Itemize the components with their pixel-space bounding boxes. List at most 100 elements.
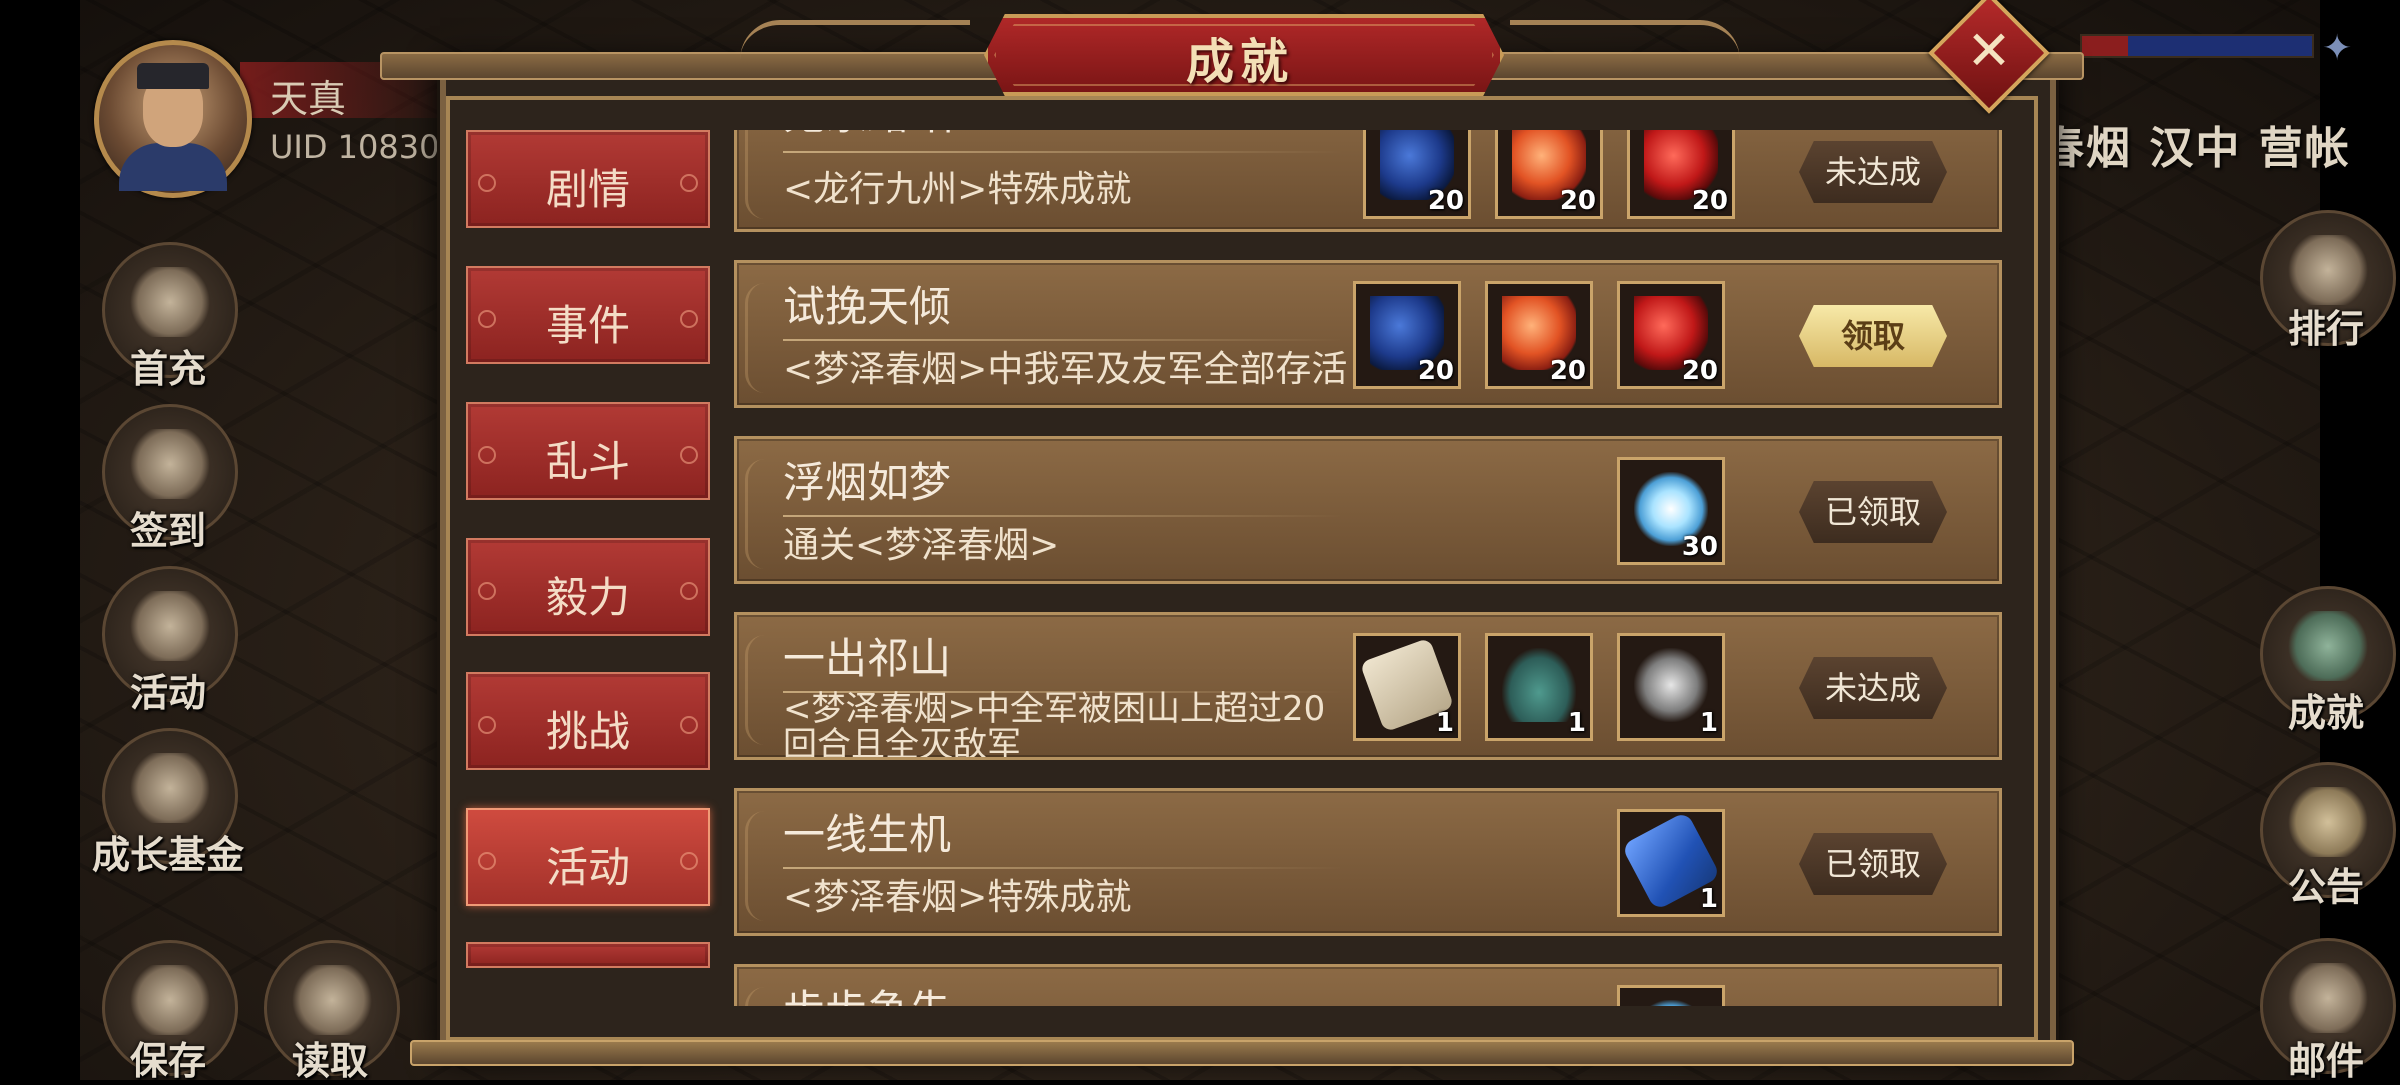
achievement-title: 一出祁山 — [783, 634, 952, 683]
tab-label: 剧情 — [545, 165, 630, 214]
tab-label: 挑战 — [545, 707, 630, 756]
mail-label: 邮件 — [2287, 1039, 2364, 1083]
load-label: 读取 — [291, 1039, 368, 1083]
reward-qty: 20 — [1681, 356, 1718, 386]
reward-qty: 20 — [1549, 356, 1586, 386]
achievement-card: 一线生机 <梦泽春烟>特殊成就 1 已领取 — [734, 788, 2002, 936]
card-ornament — [745, 811, 788, 921]
tab-challenge[interactable]: 挑战 — [466, 672, 710, 770]
save-label: 保存 — [129, 1039, 206, 1083]
achievement-title: 一线生机 — [783, 810, 952, 859]
card-ornament — [745, 130, 788, 219]
tab-perseverance[interactable]: 毅力 — [466, 538, 710, 636]
achievement-desc: <梦泽春烟>特殊成就 — [783, 877, 1132, 918]
tab-ornament — [680, 716, 698, 734]
tab-label: 乱斗 — [545, 437, 630, 486]
header-left-ornament — [740, 20, 970, 75]
tab-label: 活动 — [545, 843, 630, 892]
reward-item[interactable]: 20 — [1485, 281, 1593, 389]
achievement-desc: <梦泽春烟>中我军及友军全部存活 — [783, 349, 1348, 390]
progress-bar — [2080, 34, 2314, 58]
reward-item[interactable]: 30 — [1617, 457, 1725, 565]
save-icon — [130, 965, 210, 1035]
tab-label: 事件 — [545, 301, 630, 350]
signin-label: 签到 — [129, 509, 206, 553]
card-ornament — [745, 283, 788, 393]
achievement-list[interactable]: 鬼家路 作 <龙行九州>特殊成就 20 20 20 未达成 试挽天倾 <梦泽春烟… — [724, 130, 2006, 1006]
reward-item[interactable]: 20 — [1495, 130, 1603, 219]
tab-ornament — [680, 310, 698, 328]
achievement-chest-icon — [2288, 611, 2368, 681]
card-divider — [783, 151, 1343, 153]
status-not-achieved-button[interactable]: 未达成 — [1799, 141, 1947, 203]
helmet-icon — [1502, 648, 1576, 722]
tab-label: 毅力 — [545, 573, 630, 622]
card-ornament — [745, 635, 788, 745]
achievement-card: 浮烟如梦 通关<梦泽春烟> 30 已领取 — [734, 436, 2002, 584]
claimed-button[interactable]: 已领取 — [1799, 481, 1947, 543]
achievement-desc: <梦泽春烟>中全军被困山上超过20回合且全灭敌军 — [783, 691, 1326, 757]
card-ornament — [745, 987, 788, 1006]
first-recharge-label: 首充 — [129, 347, 206, 391]
notice-scroll-icon — [2288, 787, 2368, 857]
reward-qty: 1 — [1435, 708, 1454, 738]
player-name: 天真 — [270, 77, 347, 121]
status-not-achieved-button[interactable]: 未达成 — [1799, 657, 1947, 719]
tab-story[interactable]: 剧情 — [466, 130, 710, 228]
tab-ornament — [680, 174, 698, 192]
tab-ornament — [680, 446, 698, 464]
armor-icon — [1634, 648, 1708, 722]
reward-item[interactable] — [1617, 985, 1725, 1006]
signin-book-icon — [130, 429, 210, 499]
location-text: 春烟 汉中 营帐 — [2040, 123, 2351, 174]
reward-item[interactable]: 20 — [1353, 281, 1461, 389]
player-avatar[interactable] — [94, 40, 252, 198]
tab-activity[interactable]: 活动 — [466, 808, 710, 906]
tab-partial[interactable] — [466, 942, 710, 968]
claim-button[interactable]: 领取 — [1799, 305, 1947, 367]
close-icon[interactable]: ✕ — [1946, 10, 2032, 96]
reward-item[interactable]: 1 — [1617, 809, 1725, 917]
avatar-robe — [119, 143, 227, 191]
achievement-title: 浮烟如梦 — [783, 458, 952, 507]
achievement-desc: 通关<梦泽春烟> — [783, 525, 1060, 566]
achievement-card: 鬼家路 作 <龙行九州>特殊成就 20 20 20 未达成 — [734, 130, 2002, 232]
ranking-plaque-icon — [2288, 235, 2368, 305]
claimed-button[interactable]: 已领取 — [1799, 833, 1947, 895]
card-divider — [783, 867, 1343, 869]
tab-brawl[interactable]: 乱斗 — [466, 402, 710, 500]
achievement-title: 试挽天倾 — [783, 282, 952, 331]
mail-icon — [2288, 963, 2368, 1033]
notice-label: 公告 — [2287, 865, 2364, 909]
load-icon — [292, 965, 372, 1035]
player-uid: UID 10830 — [270, 128, 440, 166]
achievement-title: 步步争先 — [783, 977, 951, 1006]
reward-qty: 1 — [1567, 708, 1586, 738]
achievement-title: 鬼家路 作 — [783, 130, 964, 142]
reward-item[interactable]: 20 — [1363, 130, 1471, 219]
card-ornament — [745, 459, 788, 569]
reward-item[interactable]: 1 — [1617, 633, 1725, 741]
card-divider — [783, 339, 1343, 341]
dialog-bottom-bar — [410, 1040, 2074, 1066]
reward-item[interactable]: 1 — [1353, 633, 1461, 741]
growth-fund-label: 成长基金 — [91, 833, 244, 877]
left-letterbox — [0, 0, 80, 1080]
event-label: 活动 — [129, 671, 206, 715]
reward-qty: 20 — [1691, 186, 1728, 216]
reward-item[interactable]: 20 — [1617, 281, 1725, 389]
tab-event[interactable]: 事件 — [466, 266, 710, 364]
avatar-hat — [137, 63, 209, 89]
event-treasure-icon — [130, 591, 210, 661]
header-right-ornament — [1510, 20, 1740, 75]
achievement-card: 步步争先 — [734, 964, 2002, 1006]
reward-item[interactable]: 20 — [1627, 130, 1735, 219]
growth-plant-icon — [130, 753, 210, 823]
reward-qty: 1 — [1699, 884, 1718, 914]
tab-ornament — [680, 852, 698, 870]
achievement-card: 一出祁山 <梦泽春烟>中全军被困山上超过20回合且全灭敌军 1 1 1 未达成 — [734, 612, 2002, 760]
tab-ornament — [680, 582, 698, 600]
card-divider — [783, 515, 1343, 517]
reward-item[interactable]: 1 — [1485, 633, 1593, 741]
reward-qty: 20 — [1427, 186, 1464, 216]
